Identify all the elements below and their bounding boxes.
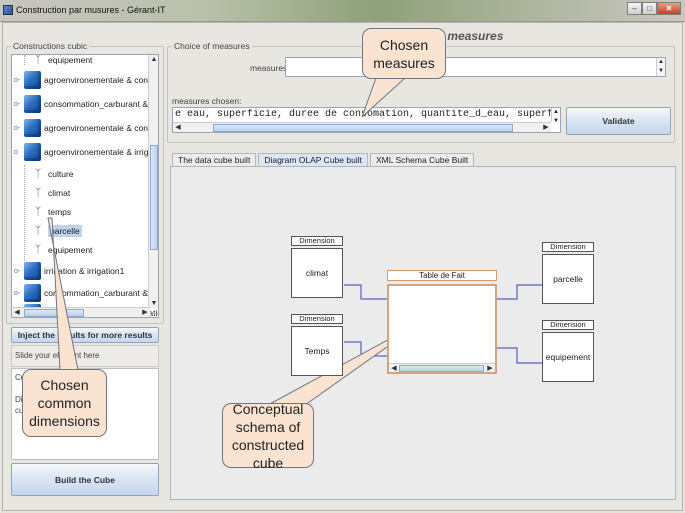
dimension-title: Dimension — [291, 314, 343, 324]
drop-zone-hint: Slide your element here — [15, 351, 100, 360]
title-bar: Construction par musures - Gérant-IT – □… — [0, 0, 685, 22]
tree-item-label: parcelle — [48, 225, 82, 237]
dimension-name: Temps — [291, 326, 343, 376]
dimension-icon: ᛉ — [34, 206, 42, 218]
scroll-right-icon[interactable]: ▶ — [541, 123, 551, 133]
expand-handle-icon[interactable]: o- — [14, 77, 22, 84]
drop-zone[interactable]: Slide your element here — [11, 345, 159, 367]
scroll-up-icon[interactable]: ▲ — [149, 55, 158, 65]
measures-input[interactable]: ▲ ▼ — [285, 57, 666, 77]
measures-chosen-value: e eau, superficie, duree de consomation,… — [175, 109, 551, 120]
tree-item-label: agroenvironementale & consommation_ — [44, 123, 158, 133]
build-cube-button[interactable]: Build the Cube — [11, 463, 159, 496]
scroll-left-icon[interactable]: ◀ — [173, 123, 183, 133]
tree-item-cube[interactable]: o- agroenvironementale & consommation_ — [14, 69, 158, 91]
scroll-thumb[interactable] — [213, 124, 513, 132]
cube-icon — [24, 119, 41, 137]
tab-diagram-olap[interactable]: Diagram OLAP Cube built — [258, 153, 368, 166]
dimension-name: parcelle — [542, 254, 594, 304]
expand-handle-icon[interactable]: o- — [14, 268, 22, 275]
scroll-thumb[interactable] — [24, 309, 84, 317]
tree-item-label: temps — [48, 207, 72, 217]
callout-chosen-measures: Chosen measures — [362, 28, 446, 79]
tree-item-cube[interactable]: o- irrigation & irrigation1 — [14, 260, 124, 282]
dimension-name: climat — [291, 248, 343, 298]
scroll-right-icon[interactable]: ▶ — [140, 308, 150, 317]
tree-item-label: consommation_carburant & irrigation — [44, 288, 158, 298]
tree-item-cube[interactable]: o- consommation_carburant & irrigation1 — [14, 93, 158, 115]
cube-icon — [24, 143, 41, 161]
tree-item-cube[interactable]: o- consommation_carburant & irrigation — [14, 282, 158, 304]
callout-chosen-dimensions: Chosen common dimensions — [22, 369, 107, 437]
expand-handle-icon[interactable]: o- — [14, 101, 22, 108]
tree-item-label: culture — [48, 169, 74, 179]
dimension-name: equipement — [542, 332, 594, 382]
close-button[interactable]: ✕ — [657, 2, 681, 15]
tab-xml-schema[interactable]: XML Schema Cube Built — [369, 153, 475, 166]
measures-chosen-label: measures chosen: — [172, 96, 242, 106]
tree-item-label: agroenvironementale & consommation_ — [44, 75, 158, 85]
expand-handle-icon[interactable]: o- — [14, 125, 22, 132]
callout-conceptual-schema: Conceptual schema of constructed cube — [222, 401, 314, 471]
tree-item-label: agroenvironementale & irrigation — [44, 147, 159, 157]
tree-horizontal-scrollbar[interactable]: ◀ ▶ — [12, 307, 150, 317]
tab-bar: The data cube built Diagram OLAP Cube bu… — [172, 153, 476, 166]
inject-results-button[interactable]: Inject the results for more results — [11, 327, 159, 343]
fact-table-scrollbar[interactable]: ◀ ▶ — [389, 363, 495, 372]
scroll-left-icon[interactable]: ◀ — [389, 364, 399, 374]
dimension-icon: ᛉ — [34, 225, 42, 237]
cube-icon — [24, 262, 41, 280]
cube-icon — [24, 71, 41, 89]
expand-handle-icon[interactable]: o- — [14, 290, 22, 297]
cube-icon — [24, 95, 41, 113]
dimension-icon: ᛉ — [34, 244, 42, 256]
cube-tree[interactable]: ᛉ equipement o- agroenvironementale & co… — [11, 54, 159, 318]
tree-vertical-scrollbar[interactable]: ▲ ▼ — [148, 55, 158, 309]
fact-table-box[interactable]: ◀ ▶ — [387, 284, 497, 374]
chosen-horizontal-scrollbar[interactable]: ◀ ▶ — [173, 122, 551, 132]
measures-group-label: Choice of measures — [172, 41, 252, 51]
tree-item-label: climat — [48, 188, 71, 198]
cube-icon — [24, 284, 41, 302]
scroll-down-icon[interactable]: ▼ — [149, 299, 158, 309]
tree-item-label: irrigation & irrigation1 — [44, 266, 125, 276]
scroll-thumb[interactable] — [399, 365, 484, 372]
tab-data-cube[interactable]: The data cube built — [172, 153, 257, 166]
maximize-button[interactable]: □ — [642, 2, 657, 15]
validate-button[interactable]: Validate — [566, 107, 671, 135]
measures-label: measures: — [250, 63, 290, 73]
measures-spinner[interactable]: ▲ ▼ — [656, 58, 665, 76]
scroll-right-icon[interactable]: ▶ — [485, 364, 495, 374]
scroll-left-icon[interactable]: ◀ — [12, 308, 22, 317]
tree-item-cube-expanded[interactable]: o agroenvironementale & irrigation — [14, 141, 159, 163]
fact-table-title: Table de Fait — [387, 270, 497, 281]
tree-item-label: equipement — [48, 245, 93, 255]
scroll-thumb[interactable] — [150, 145, 158, 250]
dimension-title: Dimension — [542, 320, 594, 330]
tree-item-cube[interactable]: o- agroenvironementale & consommation_ — [14, 117, 158, 139]
window-title: Construction par musures - Gérant-IT — [16, 5, 166, 15]
minimize-button[interactable]: – — [627, 2, 642, 15]
chosen-spinner[interactable]: ▲ ▼ — [551, 108, 560, 124]
collapse-handle-icon[interactable]: o — [14, 149, 22, 156]
dimension-title: Dimension — [291, 236, 343, 246]
measures-chosen-field[interactable]: e eau, superficie, duree de consomation,… — [172, 107, 561, 133]
dimension-title: Dimension — [542, 242, 594, 252]
tree-item-dimension[interactable]: ᛉ equipement — [32, 239, 93, 261]
app-icon — [3, 5, 13, 15]
constructions-group-label: Constructions cubic — [11, 41, 90, 51]
dimension-icon: ᛉ — [34, 168, 42, 180]
dimension-icon: ᛉ — [34, 187, 42, 199]
tree-item-label: equipement — [48, 55, 93, 65]
tree-item-label: consommation_carburant & irrigation1 — [44, 99, 158, 109]
dimension-icon: ᛉ — [34, 54, 42, 66]
tree-connector — [24, 55, 25, 65]
